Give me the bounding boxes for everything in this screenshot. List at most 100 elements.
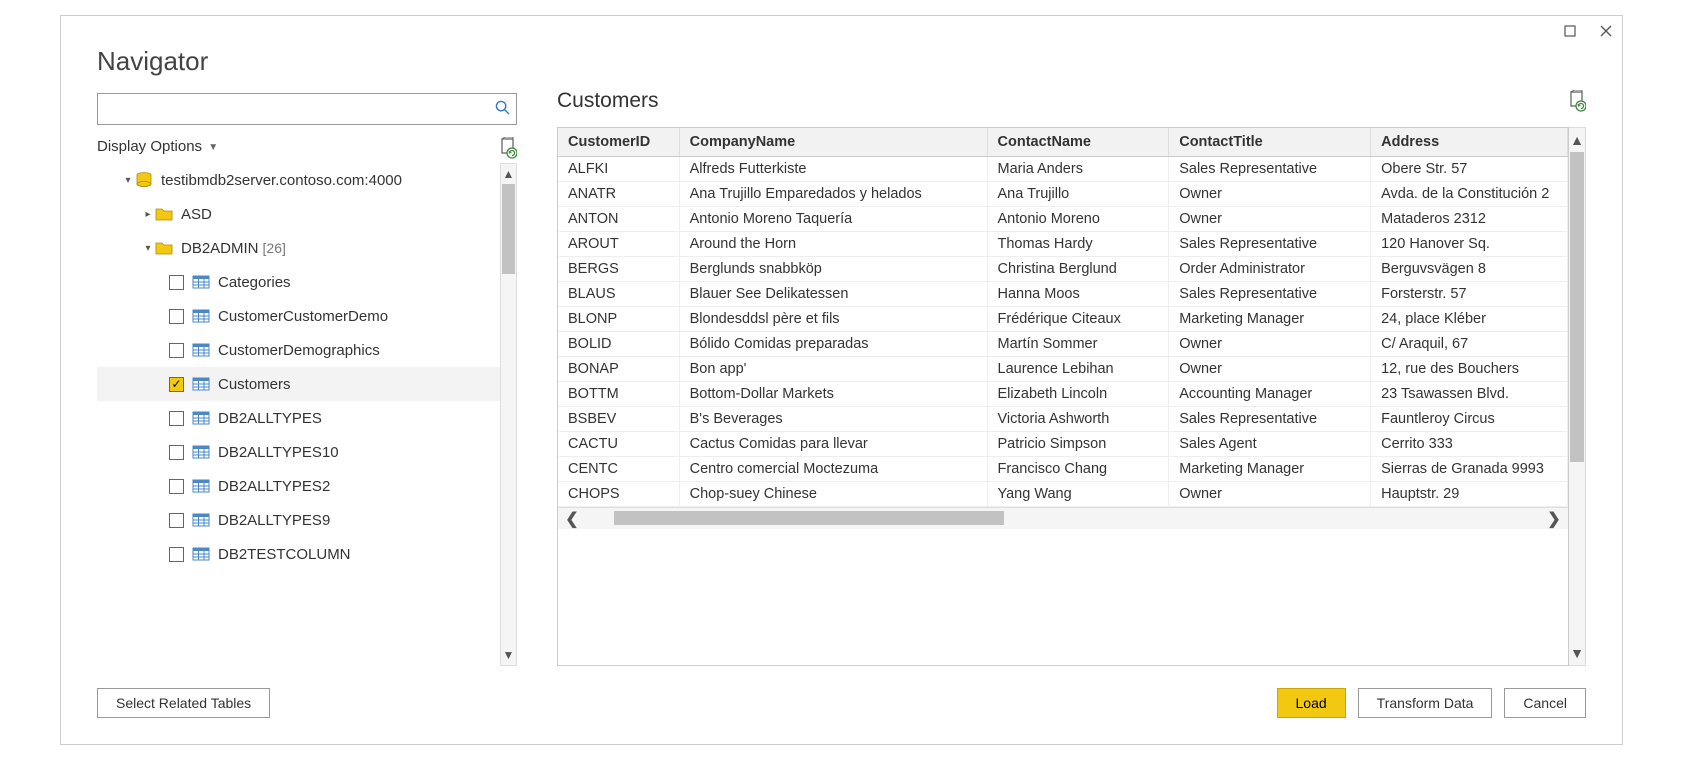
tree-table-customerdemographics[interactable]: CustomerDemographics [97, 333, 500, 367]
vertical-scrollbar[interactable]: ▲ ▼ [1569, 127, 1586, 666]
table-row[interactable]: BLONPBlondesddsl père et filsFrédérique … [558, 307, 1568, 332]
table-row[interactable]: ANATRAna Trujillo Emparedados y heladosA… [558, 182, 1568, 207]
column-header[interactable]: CompanyName [679, 128, 987, 157]
table-cell: Mataderos 2312 [1371, 207, 1568, 232]
checkbox[interactable] [169, 445, 184, 460]
column-header[interactable]: Address [1371, 128, 1568, 157]
table-cell: Elizabeth Lincoln [987, 382, 1169, 407]
table-row[interactable]: CENTCCentro comercial MoctezumaFrancisco… [558, 457, 1568, 482]
checkbox[interactable] [169, 479, 184, 494]
transform-button[interactable]: Transform Data [1358, 688, 1493, 718]
tree-folder-db2admin[interactable]: ▾DB2ADMIN[26] [97, 231, 500, 265]
checkbox[interactable] [169, 275, 184, 290]
column-header[interactable]: CustomerID [558, 128, 679, 157]
table-cell: Order Administrator [1169, 257, 1371, 282]
tree-folder-asd[interactable]: ▸ ASD [97, 197, 500, 231]
tree-table-customers[interactable]: Customers [97, 367, 500, 401]
checkbox[interactable] [169, 513, 184, 528]
scroll-track[interactable] [501, 184, 516, 645]
table-cell: Francisco Chang [987, 457, 1169, 482]
tree-label: ASD [181, 206, 212, 223]
display-options-dropdown[interactable]: Display Options ▼ [97, 138, 218, 155]
scroll-down-icon[interactable]: ▼ [501, 645, 516, 665]
expander-icon[interactable]: ▾ [121, 175, 135, 186]
table-row[interactable]: BOTTMBottom-Dollar MarketsElizabeth Linc… [558, 382, 1568, 407]
table-cell: 24, place Kléber [1371, 307, 1568, 332]
tree-table-db2alltypes2[interactable]: DB2ALLTYPES2 [97, 469, 500, 503]
expander-icon[interactable]: ▾ [141, 243, 155, 254]
tree-table-db2alltypes10[interactable]: DB2ALLTYPES10 [97, 435, 500, 469]
header: Navigator [61, 46, 1622, 85]
table-icon [192, 512, 210, 528]
tree-table-db2alltypes9[interactable]: DB2ALLTYPES9 [97, 503, 500, 537]
load-button[interactable]: Load [1277, 688, 1346, 718]
table-row[interactable]: BSBEVB's BeveragesVictoria AshworthSales… [558, 407, 1568, 432]
tree-scrollbar[interactable]: ▲ ▼ [500, 163, 517, 666]
checkbox[interactable] [169, 343, 184, 358]
checkbox[interactable] [169, 309, 184, 324]
tree-table-db2alltypes[interactable]: DB2ALLTYPES [97, 401, 500, 435]
maximize-icon[interactable] [1558, 19, 1582, 43]
display-options-label: Display Options [97, 138, 202, 155]
table-row[interactable]: BONAPBon app'Laurence LebihanOwner12, ru… [558, 357, 1568, 382]
select-related-button[interactable]: Select Related Tables [97, 688, 270, 718]
hscroll-track[interactable] [586, 508, 1540, 529]
scroll-up-icon[interactable]: ▲ [1569, 128, 1585, 152]
tree-label: Categories [218, 274, 291, 291]
table-cell: Centro comercial Moctezuma [679, 457, 987, 482]
checkbox[interactable] [169, 547, 184, 562]
tree-server-node[interactable]: ▾ testibmdb2server.contoso.com:4000 [97, 163, 500, 197]
refresh-preview-icon[interactable] [1568, 90, 1586, 112]
close-icon[interactable] [1594, 19, 1618, 43]
table-cell: ANATR [558, 182, 679, 207]
table-row[interactable]: CHOPSChop-suey ChineseYang WangOwnerHaup… [558, 482, 1568, 507]
table-cell: Around the Horn [679, 232, 987, 257]
table-cell: Patricio Simpson [987, 432, 1169, 457]
table-row[interactable]: ANTONAntonio Moreno TaqueríaAntonio More… [558, 207, 1568, 232]
table-cell: Marketing Manager [1169, 457, 1371, 482]
checkbox[interactable] [169, 411, 184, 426]
tree-table-customercustomerdemo[interactable]: CustomerCustomerDemo [97, 299, 500, 333]
table-row[interactable]: ALFKIAlfreds FutterkisteMaria AndersSale… [558, 157, 1568, 182]
table-body: ALFKIAlfreds FutterkisteMaria AndersSale… [558, 157, 1568, 507]
table-cell: CACTU [558, 432, 679, 457]
vscroll-thumb[interactable] [1570, 152, 1584, 462]
scroll-down-icon[interactable]: ▼ [1569, 641, 1585, 665]
tree-label: testibmdb2server.contoso.com:4000 [161, 172, 402, 189]
table-cell: Avda. de la Constitución 2 [1371, 182, 1568, 207]
refresh-tree-icon[interactable] [499, 137, 517, 155]
checkbox[interactable] [169, 377, 184, 392]
tree-table-categories[interactable]: Categories [97, 265, 500, 299]
table-row[interactable]: BLAUSBlauer See DelikatessenHanna MoosSa… [558, 282, 1568, 307]
column-header[interactable]: ContactTitle [1169, 128, 1371, 157]
search-icon[interactable] [495, 100, 510, 119]
cancel-button[interactable]: Cancel [1504, 688, 1586, 718]
vscroll-track[interactable] [1569, 152, 1585, 641]
table-row[interactable]: BERGSBerglunds snabbköpChristina Berglun… [558, 257, 1568, 282]
database-icon [135, 172, 153, 188]
search-input[interactable] [104, 101, 495, 117]
data-table: CustomerIDCompanyNameContactNameContactT… [558, 128, 1568, 507]
scroll-up-icon[interactable]: ▲ [501, 164, 516, 184]
horizontal-scrollbar[interactable]: ❮ ❯ [558, 507, 1568, 529]
table-icon [192, 410, 210, 426]
tree-table-db2testcolumn[interactable]: DB2TESTCOLUMN [97, 537, 500, 571]
navigator-window: Navigator Display Options ▼ ▾tes [60, 15, 1623, 745]
table-cell: Thomas Hardy [987, 232, 1169, 257]
table-row[interactable]: BOLIDBólido Comidas preparadasMartín Som… [558, 332, 1568, 357]
expander-icon[interactable]: ▸ [141, 209, 155, 220]
table-icon [192, 308, 210, 324]
body: Display Options ▼ ▾ testibmdb2server.cont… [61, 85, 1622, 666]
table-row[interactable]: AROUTAround the HornThomas HardySales Re… [558, 232, 1568, 257]
hscroll-thumb[interactable] [614, 511, 1004, 525]
table-cell: Victoria Ashworth [987, 407, 1169, 432]
table-icon [192, 478, 210, 494]
scroll-thumb[interactable] [502, 184, 515, 274]
scroll-right-icon[interactable]: ❯ [1540, 509, 1568, 529]
titlebar [61, 16, 1622, 46]
scroll-left-icon[interactable]: ❮ [558, 509, 586, 529]
column-header[interactable]: ContactName [987, 128, 1169, 157]
table-row[interactable]: CACTUCactus Comidas para llevarPatricio … [558, 432, 1568, 457]
search-box[interactable] [97, 93, 517, 125]
display-options-row: Display Options ▼ [97, 137, 517, 155]
